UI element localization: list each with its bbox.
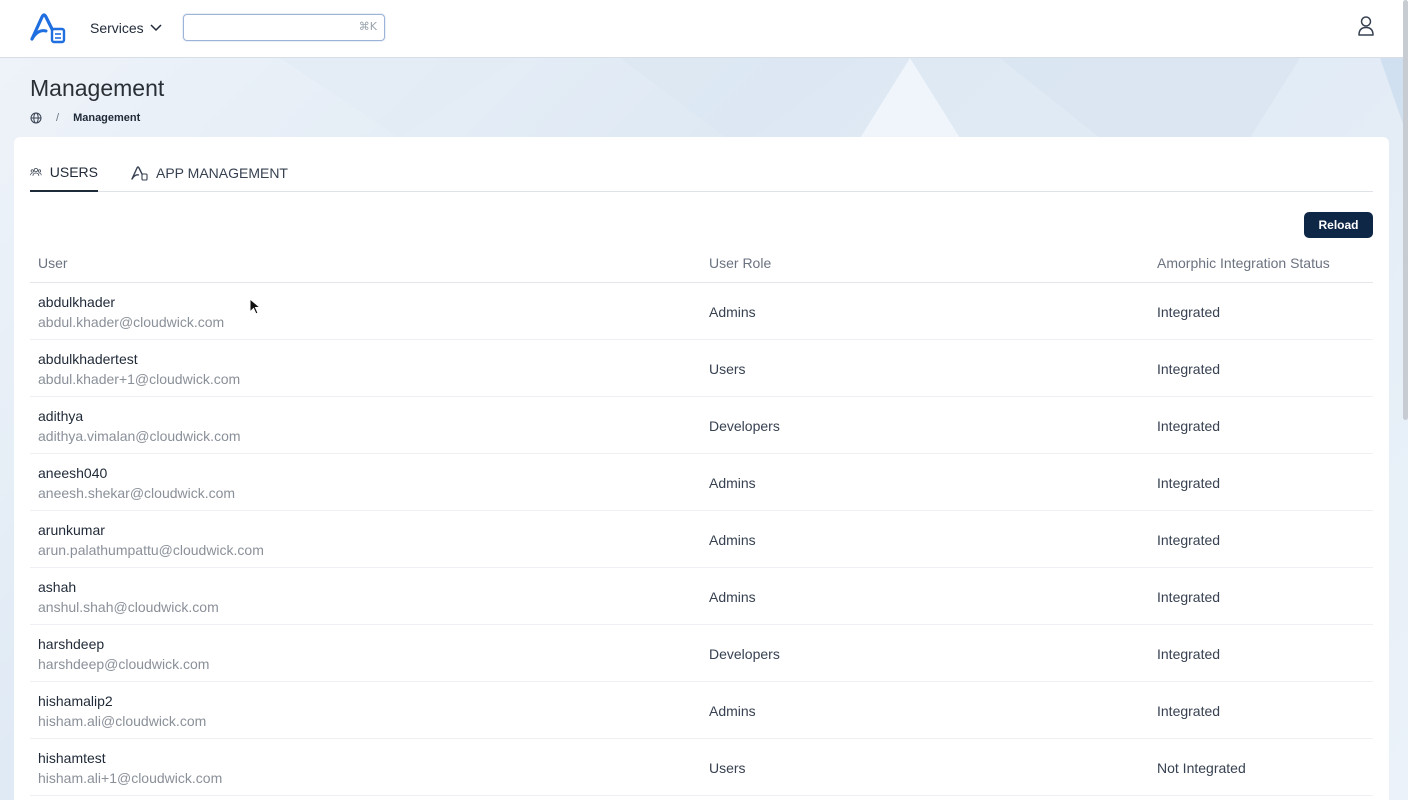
user-role: Admins [709, 475, 756, 491]
user-role: Developers [709, 646, 780, 662]
user-name: ashah [38, 579, 77, 595]
user-email: arun.palathumpattu@cloudwick.com [38, 542, 264, 558]
user-name: arunkumar [38, 522, 105, 538]
table-row[interactable]: hishamalip2 hisham.ali@cloudwick.com Adm… [30, 682, 1373, 739]
integration-status: Integrated [1157, 703, 1221, 719]
user-role: Admins [709, 532, 756, 548]
chevron-down-icon [150, 24, 162, 32]
integration-status: Integrated [1157, 304, 1221, 320]
integration-status: Not Integrated [1157, 760, 1246, 776]
user-role: Admins [709, 304, 756, 320]
column-header-user[interactable]: User [38, 255, 68, 271]
user-email: hisham.ali+1@cloudwick.com [38, 770, 223, 786]
table-row[interactable]: abdulkhader abdul.khader@cloudwick.com A… [30, 283, 1373, 340]
tab-app-management-label: APP MANAGEMENT [156, 164, 288, 181]
user-role: Admins [709, 703, 756, 719]
user-name: adithya [38, 408, 84, 424]
app-icon [131, 165, 148, 181]
user-role: Users [709, 760, 746, 776]
integration-status: Integrated [1157, 475, 1221, 491]
integration-status: Integrated [1157, 589, 1221, 605]
user-icon[interactable] [1356, 15, 1376, 37]
table-row[interactable]: harshdeep harshdeep@cloudwick.com Develo… [30, 625, 1373, 682]
user-role: Admins [709, 589, 756, 605]
users-table-body: abdulkhader abdul.khader@cloudwick.com A… [30, 283, 1373, 796]
user-email: abdul.khader+1@cloudwick.com [38, 371, 241, 387]
table-header: User User Role Amorphic Integration Stat… [30, 249, 1373, 283]
user-name: hishamtest [38, 750, 106, 766]
user-role: Developers [709, 418, 780, 434]
user-name: abdulkhader [38, 294, 116, 310]
tab-app-management[interactable]: APP MANAGEMENT [130, 157, 288, 192]
top-navigation-bar: Services ⌘K [0, 0, 1408, 58]
user-role: Users [709, 361, 746, 377]
integration-status: Integrated [1157, 532, 1221, 548]
table-row[interactable]: abdulkhadertest abdul.khader+1@cloudwick… [30, 340, 1373, 397]
user-email: adithya.vimalan@cloudwick.com [38, 428, 241, 444]
globe-icon[interactable] [30, 112, 42, 124]
column-header-user-role[interactable]: User Role [709, 255, 771, 271]
services-menu[interactable]: Services [90, 18, 162, 38]
tab-bar: USERS APP MANAGEMENT [30, 157, 1373, 192]
services-label: Services [90, 20, 144, 36]
integration-status: Integrated [1157, 646, 1221, 662]
search-input[interactable] [190, 15, 350, 39]
column-header-integration-status[interactable]: Amorphic Integration Status [1157, 255, 1330, 271]
user-email: abdul.khader@cloudwick.com [38, 314, 225, 330]
search-box[interactable]: ⌘K [183, 14, 385, 41]
users-icon [30, 167, 42, 176]
table-row[interactable]: adithya adithya.vimalan@cloudwick.com De… [30, 397, 1373, 454]
user-name: hishamalip2 [38, 693, 113, 709]
breadcrumb: / Management [30, 112, 140, 124]
integration-status: Integrated [1157, 418, 1221, 434]
integration-status: Integrated [1157, 361, 1221, 377]
user-email: aneesh.shekar@cloudwick.com [38, 485, 236, 501]
user-name: harshdeep [38, 636, 105, 652]
tab-users[interactable]: USERS [30, 157, 98, 192]
user-email: hisham.ali@cloudwick.com [38, 713, 207, 729]
user-email: anshul.shah@cloudwick.com [38, 599, 219, 615]
management-panel: USERS APP MANAGEMENT Reload User User Ro… [14, 137, 1389, 800]
search-shortcut-hint: ⌘K [358, 20, 377, 33]
amorphic-logo[interactable] [28, 11, 68, 45]
mouse-cursor-icon [249, 298, 261, 315]
table-row[interactable]: arunkumar arun.palathumpattu@cloudwick.c… [30, 511, 1373, 568]
reload-button[interactable]: Reload [1304, 212, 1373, 238]
breadcrumb-separator: / [56, 112, 60, 124]
table-row[interactable]: ashah anshul.shah@cloudwick.com Admins I… [30, 568, 1373, 625]
table-row[interactable]: aneesh040 aneesh.shekar@cloudwick.com Ad… [30, 454, 1373, 511]
user-name: aneesh040 [38, 465, 108, 481]
user-name: abdulkhadertest [38, 351, 138, 367]
user-email: harshdeep@cloudwick.com [38, 656, 210, 672]
page-scrollbar[interactable] [1403, 0, 1408, 420]
page-title: Management [30, 75, 165, 101]
tab-users-label: USERS [49, 163, 98, 180]
breadcrumb-current: Management [73, 112, 141, 124]
table-row[interactable]: hishamtest hisham.ali+1@cloudwick.com Us… [30, 739, 1373, 796]
